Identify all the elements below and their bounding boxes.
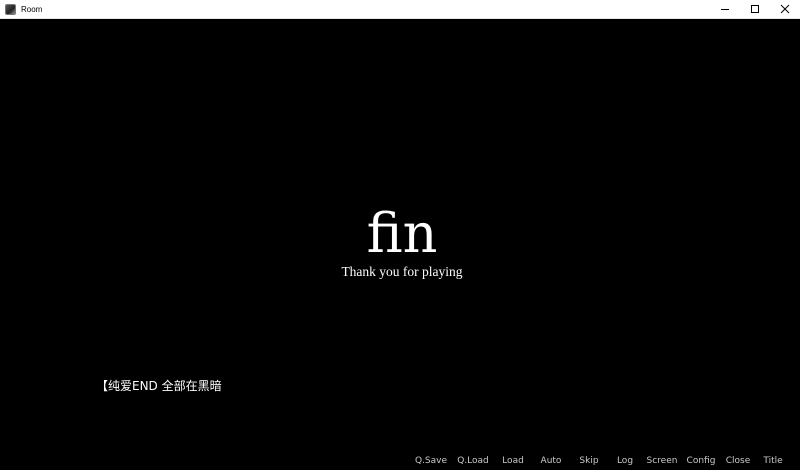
title-bar[interactable]: Room [0,0,800,19]
ending-screen: fin Thank you for playing [0,204,800,280]
thanks-message: Thank you for playing [341,264,463,279]
config-button[interactable]: Config [686,456,716,466]
close-button[interactable]: Close [724,456,752,466]
maximize-icon [751,5,759,13]
window-controls [710,0,800,18]
game-stage[interactable]: fin Thank you for playing 【纯爱END 全部在黑暗 Q… [0,19,800,470]
log-button[interactable]: Log [612,456,638,466]
app-icon [5,3,16,15]
auto-button[interactable]: Auto [536,456,566,466]
window-title: Room [21,4,43,14]
skip-button[interactable]: Skip [574,456,604,466]
fin-title: fin [366,202,438,265]
ending-name-label: 【纯爱END 全部在黑暗 [96,379,222,393]
load-button[interactable]: Load [498,456,528,466]
maximize-button[interactable] [740,0,770,18]
screen-button[interactable]: Screen [646,456,678,466]
title-button[interactable]: Title [760,456,786,466]
qsave-button[interactable]: Q.Save [414,456,448,466]
game-window: Room fin Thank you for playing 【纯爱END 全部… [0,0,800,470]
quick-menu: Q.Save Q.Load Load Auto Skip Log Screen … [406,456,786,466]
close-icon [780,4,790,14]
qload-button[interactable]: Q.Load [456,456,490,466]
minimize-icon [721,9,729,10]
minimize-button[interactable] [710,0,740,18]
window-close-button[interactable] [770,0,800,18]
